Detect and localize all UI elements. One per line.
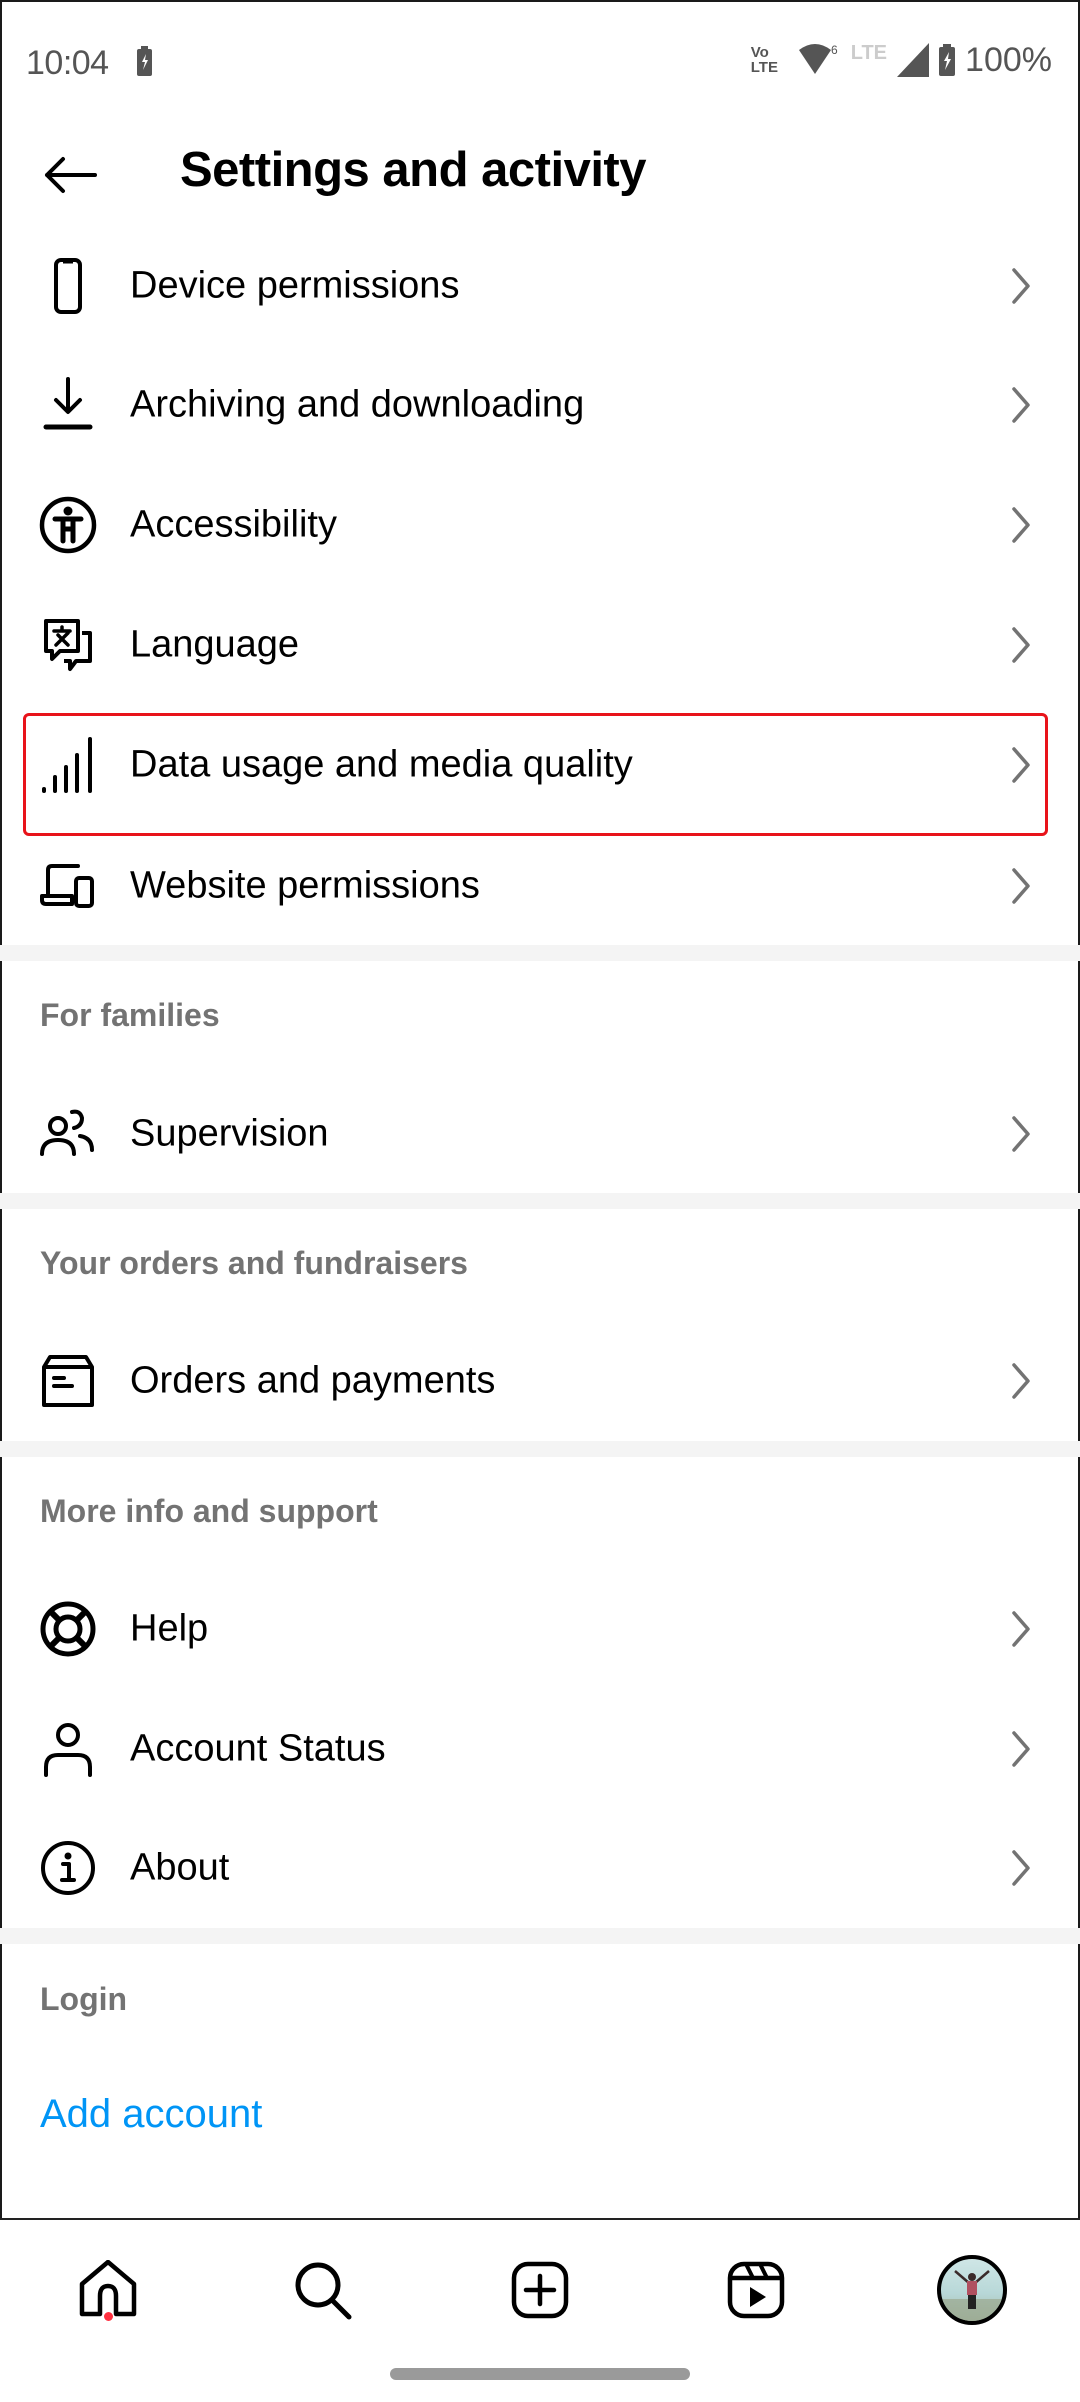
chevron-right-icon [1012, 507, 1030, 543]
settings-item-website-permissions[interactable]: Website permissions [0, 826, 1080, 946]
item-label: Data usage and media quality [130, 743, 633, 786]
section-divider [0, 1928, 1080, 1944]
section-divider [0, 1441, 1080, 1457]
nav-search[interactable] [273, 2240, 373, 2340]
battery-percent: 100% [965, 40, 1052, 79]
section-header-for-families: For families [40, 997, 220, 1033]
chevron-right-icon [1012, 268, 1030, 304]
nav-home[interactable] [58, 2240, 158, 2340]
section-header-login: Login [40, 1981, 128, 2017]
chevron-right-icon [1012, 747, 1030, 783]
devices-icon [36, 854, 100, 918]
chevron-right-icon [1012, 1850, 1030, 1886]
chevron-right-icon [1012, 868, 1030, 904]
item-label: Help [130, 1607, 209, 1650]
status-bar: 10:04 Vo LTE 6 LTE 100% [0, 0, 1080, 110]
settings-item-data-usage-and-media-quality[interactable]: Data usage and media quality [0, 705, 1080, 825]
chevron-right-icon [1012, 387, 1030, 423]
chevron-right-icon [1012, 1731, 1030, 1767]
item-label: Account Status [130, 1727, 386, 1770]
volte-top-text: Vo [750, 44, 769, 61]
section-divider [0, 945, 1080, 961]
settings-item-help[interactable]: Help [0, 1569, 1080, 1689]
chevron-right-icon [1012, 1363, 1030, 1399]
search-icon [295, 2262, 352, 2320]
volte-indicator: Vo LTE [751, 45, 787, 75]
translate-icon [36, 613, 100, 677]
nav-create[interactable] [490, 2240, 590, 2340]
section-header-more-info: More info and support [40, 1493, 378, 1529]
settings-item-about[interactable]: About [0, 1808, 1080, 1928]
signal-bars-icon [36, 733, 100, 797]
nav-reels[interactable] [706, 2240, 806, 2340]
settings-item-language[interactable]: Language [0, 585, 1080, 705]
settings-item-account-status[interactable]: Account Status [0, 1689, 1080, 1809]
chevron-right-icon [1012, 1116, 1030, 1152]
plus-square-icon [511, 2261, 569, 2319]
cell-signal-icon [897, 43, 930, 77]
item-label: Orders and payments [130, 1359, 496, 1402]
avatar [937, 2255, 1007, 2325]
item-label: Supervision [130, 1112, 329, 1155]
status-icons: Vo LTE 6 LTE 100% [751, 40, 1052, 80]
item-label: Website permissions [130, 864, 480, 907]
page-header: Settings and activity [0, 120, 1080, 230]
person-icon [36, 1717, 100, 1781]
chevron-right-icon [1012, 627, 1030, 663]
accessibility-icon [36, 493, 100, 557]
item-label: About [130, 1846, 230, 1889]
home-icon [79, 2260, 137, 2317]
battery-charging-icon [137, 46, 152, 76]
home-indicator[interactable] [390, 2368, 690, 2380]
reels-icon [727, 2261, 785, 2319]
network-type-label: LTE [850, 41, 888, 64]
section-header-orders: Your orders and fundraisers [40, 1245, 468, 1281]
settings-item-accessibility[interactable]: Accessibility [0, 465, 1080, 585]
phone-icon [36, 254, 100, 318]
wifi-icon: 6 [798, 43, 838, 74]
nav-profile[interactable] [922, 2240, 1022, 2340]
page-title: Settings and activity [180, 143, 647, 197]
item-label: Device permissions [130, 264, 460, 307]
arrow-left-icon [45, 157, 97, 193]
info-icon [36, 1836, 100, 1900]
item-label: Accessibility [130, 503, 337, 546]
settings-item-supervision[interactable]: Supervision [0, 1074, 1080, 1194]
settings-item-device-permissions[interactable]: Device permissions [0, 226, 1080, 346]
lifebuoy-icon [36, 1597, 100, 1661]
download-icon [36, 373, 100, 437]
volte-bottom-text: LTE [750, 59, 778, 76]
add-account-link[interactable]: Add account [40, 2092, 262, 2137]
notification-dot [104, 2312, 113, 2321]
people-icon [36, 1102, 100, 1166]
item-label: Archiving and downloading [130, 383, 585, 426]
battery-icon [939, 44, 956, 76]
wifi-badge: 6 [831, 43, 838, 57]
status-time: 10:04 [26, 44, 109, 82]
section-divider [0, 1193, 1080, 1209]
settings-item-orders-and-payments[interactable]: Orders and payments [0, 1321, 1080, 1441]
package-icon [36, 1349, 100, 1413]
chevron-right-icon [1012, 1611, 1030, 1647]
settings-item-archiving-and-downloading[interactable]: Archiving and downloading [0, 345, 1080, 465]
back-button[interactable] [34, 140, 104, 210]
item-label: Language [130, 623, 300, 666]
